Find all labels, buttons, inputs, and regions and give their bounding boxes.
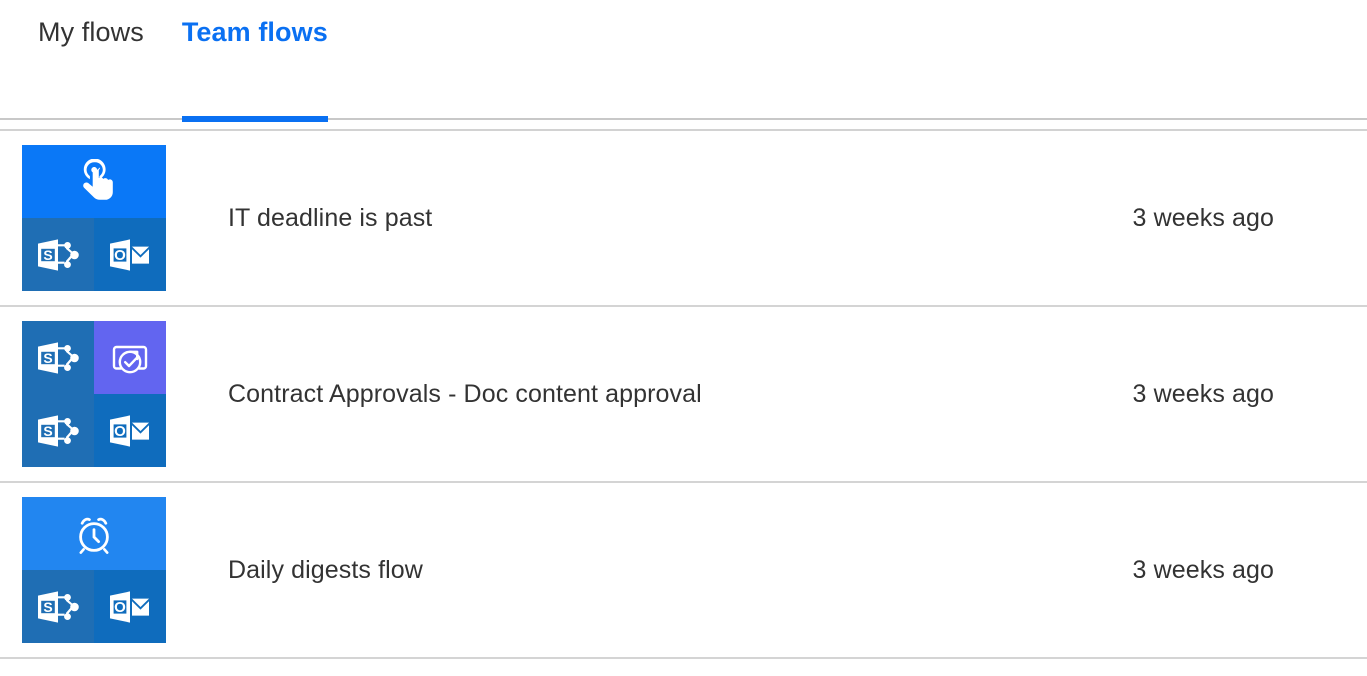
flow-modified-time: 3 weeks ago — [1132, 555, 1274, 584]
tab-my-flows[interactable]: My flows — [38, 0, 144, 120]
svg-text:O: O — [114, 599, 126, 616]
flow-list-item[interactable]: S O IT deadline is past 3 weeks ago — [0, 131, 1367, 307]
tab-my-flows-underline — [38, 116, 144, 122]
svg-text:S: S — [43, 423, 52, 439]
manual-trigger-icon — [22, 145, 166, 218]
sharepoint-icon: S — [22, 570, 94, 643]
flow-modified-time: 3 weeks ago — [1132, 379, 1274, 408]
tab-team-flows[interactable]: Team flows — [181, 0, 328, 122]
flow-name: Contract Approvals - Doc content approva… — [228, 379, 702, 408]
approvals-icon — [94, 321, 166, 394]
flow-list-item[interactable]: S S O Contract Approvals - Doc content a… — [0, 307, 1367, 483]
svg-text:O: O — [114, 423, 126, 440]
flow-name: IT deadline is past — [228, 203, 433, 232]
flow-name: Daily digests flow — [228, 555, 423, 584]
tab-team-flows-label: Team flows — [181, 16, 328, 47]
outlook-icon: O — [94, 394, 166, 467]
outlook-icon: O — [94, 218, 166, 291]
svg-text:S: S — [43, 599, 52, 615]
recurrence-clock-icon — [22, 497, 166, 570]
team-flows-list: S O IT deadline is past 3 weeks ago S S … — [0, 131, 1367, 659]
flow-icon-tile: S S O — [22, 321, 166, 467]
flow-list-item[interactable]: S O Daily digests flow 3 weeks ago — [0, 483, 1367, 659]
outlook-icon: O — [94, 570, 166, 643]
sharepoint-icon: S — [22, 321, 94, 394]
flow-icon-tile: S O — [22, 145, 166, 291]
sharepoint-icon: S — [22, 218, 94, 291]
flow-icon-tile: S O — [22, 497, 166, 643]
svg-text:S: S — [43, 350, 52, 366]
svg-text:S: S — [43, 247, 52, 263]
sharepoint-icon: S — [22, 394, 94, 467]
flow-modified-time: 3 weeks ago — [1132, 203, 1274, 232]
tab-team-flows-underline — [181, 116, 328, 122]
flow-scope-tabs: My flows Team flows — [0, 0, 1367, 122]
svg-text:O: O — [114, 247, 126, 264]
tab-my-flows-label: My flows — [38, 16, 144, 47]
